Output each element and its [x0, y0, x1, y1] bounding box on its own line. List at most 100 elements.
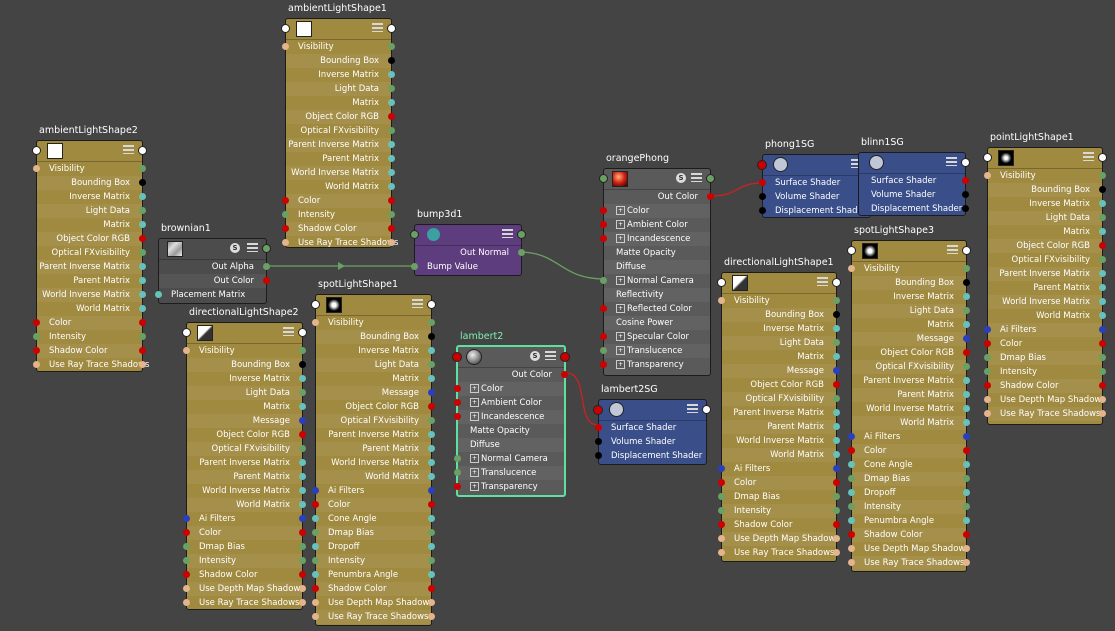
output-port[interactable] — [388, 99, 395, 106]
node-header[interactable] — [859, 153, 970, 174]
attribute-row[interactable]: + Normal Camera — [600, 274, 710, 288]
input-port[interactable] — [848, 433, 855, 440]
input-port[interactable] — [718, 535, 725, 542]
attribute-row[interactable]: Placement Matrix — [155, 288, 266, 302]
output-port[interactable] — [299, 417, 306, 424]
menu-icon[interactable] — [687, 404, 698, 413]
attribute-row[interactable]: Parent Matrix — [37, 274, 146, 288]
input-port[interactable] — [454, 469, 461, 476]
output-port[interactable] — [963, 531, 970, 538]
attribute-row[interactable]: World Inverse Matrix — [187, 484, 306, 498]
shading-s-icon[interactable]: S — [530, 351, 540, 361]
attribute-row[interactable]: Surface Shader — [859, 174, 969, 188]
attribute-row[interactable]: World Matrix — [722, 448, 840, 462]
input-port[interactable] — [33, 347, 40, 354]
menu-icon[interactable] — [372, 23, 383, 32]
attribute-row[interactable]: Use Depth Map Shadows — [848, 542, 970, 556]
output-port[interactable] — [1099, 214, 1106, 221]
output-port[interactable] — [833, 549, 840, 556]
attribute-row[interactable]: Message — [722, 364, 840, 378]
input-port[interactable] — [183, 543, 190, 550]
node-header[interactable]: S — [452, 347, 570, 368]
output-port[interactable] — [833, 339, 840, 346]
output-port[interactable] — [299, 375, 306, 382]
attribute-row[interactable]: + Normal Camera — [454, 452, 564, 466]
output-port[interactable] — [1099, 242, 1106, 249]
input-port[interactable] — [848, 517, 855, 524]
attribute-row[interactable]: Object Color RGB — [37, 232, 146, 246]
output-port[interactable] — [428, 403, 435, 410]
output-port[interactable] — [428, 515, 435, 522]
expand-plus-icon[interactable]: + — [616, 234, 625, 243]
attribute-row[interactable]: Cone Angle — [312, 512, 435, 526]
attribute-row[interactable]: Parent Inverse Matrix — [722, 406, 840, 420]
input-port[interactable] — [312, 599, 319, 606]
attribute-row[interactable]: Inverse Matrix — [37, 190, 146, 204]
expand-plus-icon[interactable]: + — [616, 332, 625, 341]
output-port[interactable] — [963, 349, 970, 356]
node-directionallightshape1[interactable]: directionalLightShape1 Visibility Boundin… — [717, 257, 841, 562]
attribute-row[interactable]: Use Ray Trace Shadows — [282, 236, 398, 250]
attribute-row[interactable]: Object Color RGB — [988, 239, 1106, 253]
attribute-row[interactable]: Color — [718, 476, 840, 490]
attribute-row[interactable]: Color — [312, 498, 435, 512]
output-port[interactable] — [963, 307, 970, 314]
output-port[interactable] — [963, 461, 970, 468]
output-port[interactable] — [388, 113, 395, 120]
input-port[interactable] — [312, 529, 319, 536]
input-port[interactable] — [183, 515, 190, 522]
attribute-row[interactable]: Dropoff — [848, 486, 970, 500]
output-port[interactable] — [388, 197, 395, 204]
output-port[interactable] — [833, 423, 840, 430]
output-port[interactable] — [388, 141, 395, 148]
output-port[interactable] — [299, 543, 306, 550]
output-port[interactable] — [299, 473, 306, 480]
attribute-row[interactable]: Parent Matrix — [187, 470, 306, 484]
attribute-row[interactable]: Inverse Matrix — [722, 322, 840, 336]
output-port[interactable] — [428, 599, 435, 606]
attribute-row[interactable]: + Transparency — [600, 358, 710, 372]
attribute-row[interactable]: Light Data — [722, 336, 840, 350]
output-port[interactable] — [428, 557, 435, 564]
node-spotlightshape1[interactable]: spotLightShape1 Visibility Bounding Box In… — [311, 279, 436, 626]
node-header[interactable] — [717, 273, 841, 294]
output-port[interactable] — [962, 191, 969, 198]
output-port[interactable] — [139, 207, 146, 214]
attribute-row[interactable]: + Incandescence — [600, 232, 710, 246]
attribute-row[interactable]: Matrix — [852, 318, 970, 332]
attribute-row[interactable]: Visibility — [312, 316, 435, 330]
output-port[interactable] — [428, 487, 435, 494]
output-port[interactable] — [1099, 256, 1106, 263]
expand-plus-icon[interactable]: + — [470, 468, 479, 477]
output-port[interactable] — [299, 585, 306, 592]
attribute-row[interactable]: World Matrix — [988, 309, 1106, 323]
shading-s-icon[interactable]: S — [676, 173, 686, 183]
input-port[interactable] — [311, 300, 320, 309]
input-port[interactable] — [595, 452, 602, 459]
expand-plus-icon[interactable]: + — [470, 454, 479, 463]
input-port[interactable] — [600, 305, 607, 312]
output-port[interactable] — [139, 263, 146, 270]
output-port[interactable] — [963, 419, 970, 426]
node-header[interactable] — [311, 295, 436, 316]
input-port[interactable] — [984, 340, 991, 347]
output-port[interactable] — [299, 599, 306, 606]
output-port[interactable] — [833, 409, 840, 416]
output-port[interactable] — [388, 127, 395, 134]
output-port[interactable] — [833, 521, 840, 528]
attribute-row[interactable]: Dmap Bias — [718, 490, 840, 504]
output-port[interactable] — [963, 475, 970, 482]
output-port[interactable] — [139, 319, 146, 326]
output-port[interactable] — [263, 277, 270, 284]
input-port[interactable] — [282, 225, 289, 232]
output-port[interactable] — [139, 165, 146, 172]
output-port[interactable] — [428, 459, 435, 466]
attribute-row[interactable]: Optical FXvisibility — [316, 414, 435, 428]
output-port[interactable] — [428, 571, 435, 578]
input-port[interactable] — [282, 239, 289, 246]
attribute-row[interactable]: Volume Shader — [759, 190, 870, 204]
attribute-row[interactable]: World Matrix — [286, 180, 395, 194]
shading-s-icon[interactable]: S — [230, 243, 240, 253]
attribute-row[interactable]: Matrix — [988, 225, 1106, 239]
attribute-row[interactable]: Inverse Matrix — [316, 344, 435, 358]
